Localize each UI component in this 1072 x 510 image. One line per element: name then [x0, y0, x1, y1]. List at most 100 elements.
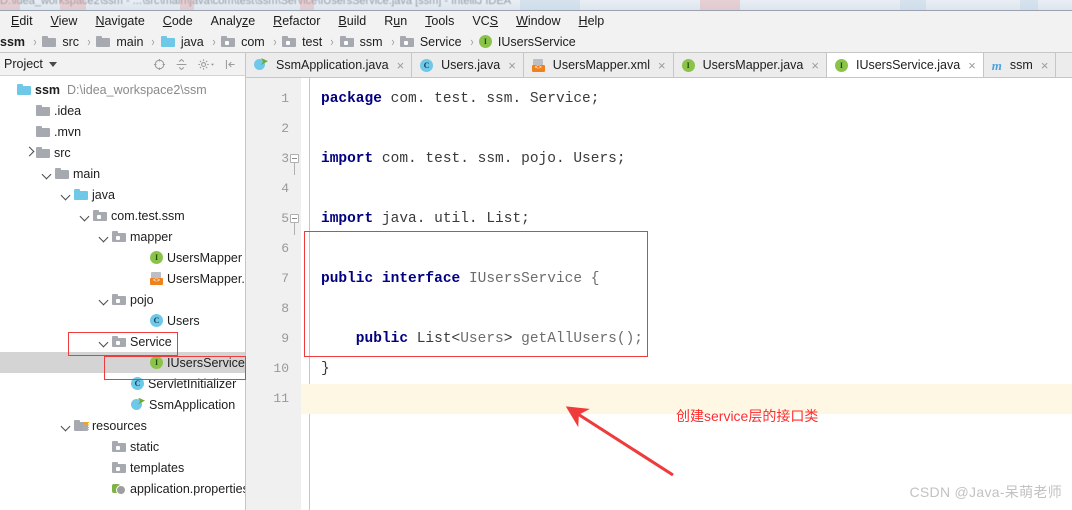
- editor-tab-users-java[interactable]: C Users.java ×: [412, 53, 524, 77]
- fold-marker-icon[interactable]: [290, 214, 299, 223]
- package-icon: [112, 462, 126, 473]
- editor-tab-iusersservice-java[interactable]: I IUsersService.java ×: [826, 53, 984, 77]
- editor-tab-bar[interactable]: SsmApplication.java×CUsers.java×UsersMap…: [246, 53, 1072, 78]
- class-icon: C: [150, 314, 163, 327]
- menu-item-edit[interactable]: Edit: [2, 13, 42, 29]
- chevron-open-icon[interactable]: [42, 168, 53, 179]
- window-title-bar: D:\idea_workspace2\ssm - ...\src\main\ja…: [0, 0, 1072, 11]
- chevron-open-icon[interactable]: [99, 336, 110, 347]
- tree-node-src[interactable]: src: [0, 142, 245, 163]
- tree-node-servletinitializer[interactable]: C ServletInitializer: [0, 373, 245, 394]
- collapse-all-icon[interactable]: [175, 58, 188, 71]
- tree-node-pojo[interactable]: pojo: [0, 289, 245, 310]
- tree-node-static[interactable]: static: [0, 436, 245, 457]
- folder-icon: [42, 36, 57, 47]
- breadcrumb-item-label: Service: [419, 34, 462, 49]
- chevron-closed-icon[interactable]: [23, 147, 34, 158]
- project-panel-title: Project: [4, 57, 43, 71]
- breadcrumb-separator: ›: [212, 34, 216, 49]
- menu-item-code[interactable]: Code: [154, 13, 202, 29]
- hide-icon[interactable]: [224, 58, 237, 71]
- close-icon[interactable]: ×: [968, 59, 976, 72]
- menu-item-refactor[interactable]: Refactor: [264, 13, 329, 29]
- editor-gutter[interactable]: 1 2 3 4 5 6 7 8 9 10 11: [246, 78, 301, 510]
- breadcrumb-item-label: com: [241, 34, 265, 49]
- tree-node-label: resources: [92, 418, 147, 433]
- breadcrumb-item-java[interactable]: java: [160, 35, 206, 49]
- menu-item-help[interactable]: Help: [570, 13, 614, 29]
- tree-node-resources[interactable]: resources: [0, 415, 245, 436]
- tree-node-usersmapper[interactable]: I UsersMapper: [0, 247, 245, 268]
- line-number: 2: [281, 121, 289, 136]
- tree-node-label: ServletInitializer: [148, 376, 237, 391]
- editor-tab-ssmapplication-java[interactable]: SsmApplication.java ×: [246, 53, 413, 77]
- close-icon[interactable]: ×: [811, 59, 819, 72]
- editor-tab-usersmapper-xml[interactable]: UsersMapper.xml ×: [523, 53, 674, 77]
- tree-node-usersmapper-xml[interactable]: UsersMapper.xml: [0, 268, 245, 289]
- breadcrumb-item-iusersservice[interactable]: I IUsersService: [478, 34, 578, 49]
- tree-node-label: pojo: [130, 292, 154, 307]
- code-token: getAllUsers();: [521, 331, 643, 347]
- close-icon[interactable]: ×: [397, 59, 405, 72]
- close-icon[interactable]: ×: [1041, 59, 1049, 72]
- breadcrumb-item-label: IUsersService: [497, 34, 576, 49]
- chevron-open-icon[interactable]: [99, 294, 110, 305]
- chevron-open-icon[interactable]: [99, 231, 110, 242]
- editor-tab-usersmapper-java[interactable]: I UsersMapper.java ×: [673, 53, 827, 77]
- breadcrumb-item-test[interactable]: test: [282, 35, 324, 49]
- breadcrumb-item-src[interactable]: src: [42, 35, 81, 49]
- chevron-open-icon[interactable]: [61, 189, 72, 200]
- breadcrumb-item-service[interactable]: Service: [399, 34, 464, 49]
- menu-item-build[interactable]: Build: [329, 13, 375, 29]
- fold-marker-icon[interactable]: [290, 154, 299, 163]
- tree-node-ssm[interactable]: ssm D:\idea_workspace2\ssm: [0, 79, 245, 100]
- breadcrumb-item-ssm[interactable]: ssm: [339, 35, 385, 49]
- tree-node-ssmapplication[interactable]: SsmApplication: [0, 394, 245, 415]
- breadcrumb-separator: ›: [330, 34, 334, 49]
- code-token: List<: [416, 331, 461, 347]
- menu-item-run[interactable]: Run: [375, 13, 416, 29]
- line-number: 8: [281, 301, 289, 316]
- tree-node--idea[interactable]: .idea: [0, 100, 245, 121]
- target-icon[interactable]: [153, 58, 166, 71]
- breadcrumb-item-main[interactable]: main: [96, 35, 145, 49]
- tree-node--mvn[interactable]: .mvn: [0, 121, 245, 142]
- menu-item-tools[interactable]: Tools: [416, 13, 463, 29]
- chevron-open-icon[interactable]: [80, 210, 91, 221]
- tree-node-application-properties[interactable]: application.properties: [0, 478, 245, 499]
- menu-item-navigate[interactable]: Navigate: [86, 13, 153, 29]
- close-icon[interactable]: ×: [658, 59, 666, 72]
- tree-node-main[interactable]: main: [0, 163, 245, 184]
- folder-icon: [36, 105, 50, 116]
- code-token: IUsersService {: [468, 271, 600, 287]
- tree-node-com-test-ssm[interactable]: com.test.ssm: [0, 205, 245, 226]
- tree-node-service[interactable]: Service: [0, 331, 245, 352]
- code-token: public interface: [321, 271, 469, 287]
- tree-node-java[interactable]: java: [0, 184, 245, 205]
- project-tree[interactable]: ssm D:\idea_workspace2\ssm .idea .mvn src mai…: [0, 76, 245, 509]
- editor-tab-ssm[interactable]: m ssm ×: [983, 53, 1057, 77]
- breadcrumb-separator: ›: [151, 34, 156, 49]
- breadcrumb-item-ssm[interactable]: ssm: [0, 35, 27, 49]
- tree-node-templates[interactable]: templates: [0, 457, 245, 478]
- spring-boot-icon: [131, 398, 145, 412]
- package-icon: [112, 231, 126, 242]
- tree-node-users[interactable]: C Users: [0, 310, 245, 331]
- tree-node-mapper[interactable]: mapper: [0, 226, 245, 247]
- menu-item-view[interactable]: View: [42, 13, 87, 29]
- close-icon[interactable]: ×: [508, 59, 516, 72]
- menu-item-analyze[interactable]: Analyze: [202, 13, 264, 29]
- tree-node-iusersservice[interactable]: I IUsersService: [0, 352, 245, 373]
- menu-item-window[interactable]: Window: [507, 13, 569, 29]
- chevron-open-icon[interactable]: [61, 420, 72, 431]
- gear-icon[interactable]: [197, 58, 215, 71]
- breadcrumb-item-com[interactable]: com: [221, 35, 267, 49]
- tree-node-label: ssm: [35, 82, 61, 97]
- menu-item-vcs[interactable]: VCS: [463, 13, 507, 29]
- chevron-down-icon[interactable]: [48, 61, 57, 67]
